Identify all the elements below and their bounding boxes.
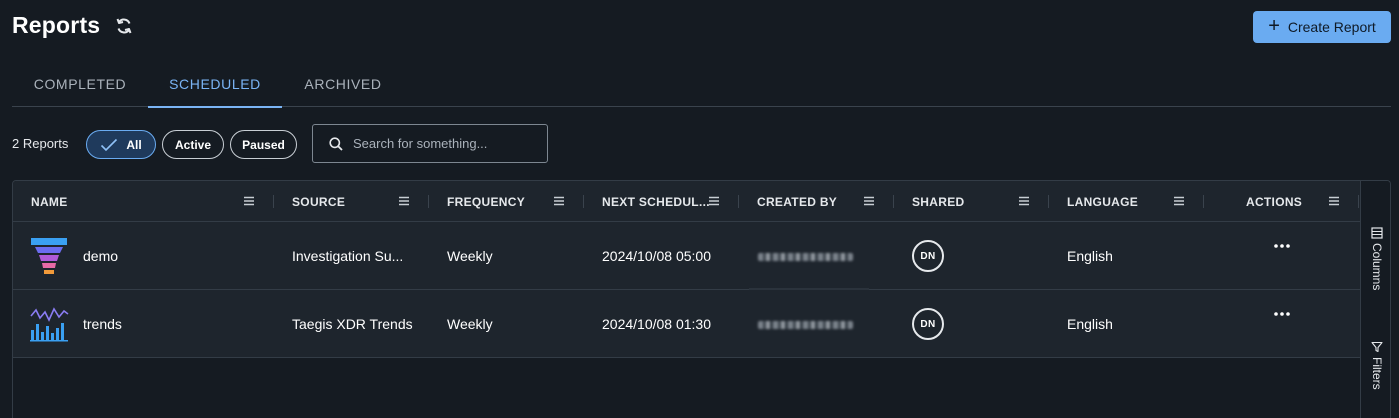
- table-row[interactable]: trends Taegis XDR Trends Weekly 2024/10/…: [13, 290, 1360, 358]
- columns-label: Columns: [1370, 243, 1384, 291]
- tab-scheduled[interactable]: SCHEDULED: [148, 60, 282, 108]
- column-menu-icon[interactable]: [1328, 195, 1340, 207]
- tab-completed[interactable]: COMPLETED: [12, 60, 148, 107]
- column-divider[interactable]: [1358, 195, 1359, 208]
- column-header-actions[interactable]: ACTIONS: [1246, 181, 1302, 222]
- avatar[interactable]: DN: [912, 240, 944, 272]
- filters-label: Filters: [1370, 357, 1384, 390]
- filter-chip-paused[interactable]: Paused: [230, 130, 297, 159]
- avatar[interactable]: DN: [912, 308, 944, 340]
- reports-table: NAME SOURCE FREQUENCY NEXT SCHEDUL... CR…: [12, 180, 1391, 418]
- column-divider[interactable]: [428, 195, 429, 208]
- filter-icon: [1371, 341, 1383, 353]
- search-box: [312, 124, 548, 163]
- plus-icon: +: [1268, 15, 1280, 37]
- column-divider[interactable]: [273, 195, 274, 208]
- more-actions-icon[interactable]: [1272, 310, 1292, 318]
- columns-panel-button[interactable]: Columns: [1367, 227, 1387, 290]
- column-divider[interactable]: [1203, 195, 1204, 208]
- column-menu-icon[interactable]: [553, 195, 565, 207]
- filter-chip-active[interactable]: Active: [162, 130, 224, 159]
- column-divider[interactable]: [738, 195, 739, 208]
- check-icon: [101, 138, 118, 151]
- column-header-frequency[interactable]: FREQUENCY: [447, 181, 525, 222]
- reports-page: Reports + Create Report COMPLETED SCHEDU…: [0, 0, 1399, 418]
- column-header-next-scheduled[interactable]: NEXT SCHEDUL...: [602, 181, 710, 222]
- report-language: English: [1067, 248, 1113, 264]
- column-menu-icon[interactable]: [398, 195, 410, 207]
- table-header: NAME SOURCE FREQUENCY NEXT SCHEDUL... CR…: [13, 181, 1360, 222]
- filters-panel-button[interactable]: Filters: [1367, 341, 1387, 390]
- report-count: 2 Reports: [12, 136, 69, 151]
- trend-chart-icon: [30, 307, 69, 342]
- refresh-icon[interactable]: [114, 16, 134, 36]
- column-header-created-by[interactable]: CREATED BY: [757, 181, 837, 222]
- side-panel: Columns Filters: [1360, 181, 1390, 418]
- tab-archived[interactable]: ARCHIVED: [282, 60, 404, 107]
- column-menu-icon[interactable]: [708, 195, 720, 207]
- report-next-scheduled: 2024/10/08 01:30: [602, 316, 711, 332]
- report-name[interactable]: trends: [83, 290, 263, 358]
- redacted-creator: [758, 321, 853, 329]
- report-tabs: COMPLETED SCHEDULED ARCHIVED: [12, 60, 1391, 108]
- funnel-chart-icon: [31, 238, 67, 274]
- report-source: Taegis XDR Trends: [292, 316, 413, 332]
- table-row[interactable]: demo Investigation Su... Weekly 2024/10/…: [13, 222, 1360, 290]
- report-name[interactable]: demo: [83, 222, 263, 290]
- redacted-creator: [758, 253, 853, 261]
- column-divider[interactable]: [583, 195, 584, 208]
- filter-chip-label: All: [126, 137, 142, 152]
- search-icon: [329, 136, 343, 151]
- column-header-name[interactable]: NAME: [31, 181, 68, 222]
- columns-icon: [1371, 227, 1383, 239]
- filter-chip-all[interactable]: All: [86, 130, 156, 159]
- search-input[interactable]: [353, 136, 543, 151]
- report-next-scheduled: 2024/10/08 05:00: [602, 248, 711, 264]
- report-frequency: Weekly: [447, 316, 493, 332]
- filter-chip-label: Active: [174, 137, 212, 152]
- column-header-source[interactable]: SOURCE: [292, 181, 345, 222]
- report-source: Investigation Su...: [292, 248, 404, 264]
- column-menu-icon[interactable]: [1018, 195, 1030, 207]
- column-menu-icon[interactable]: [1173, 195, 1185, 207]
- create-report-button[interactable]: + Create Report: [1253, 11, 1391, 43]
- report-language: English: [1067, 316, 1113, 332]
- column-divider[interactable]: [1048, 195, 1049, 208]
- column-menu-icon[interactable]: [863, 195, 875, 207]
- column-menu-icon[interactable]: [243, 195, 255, 207]
- filter-chip-label: Paused: [242, 137, 285, 152]
- create-report-label: Create Report: [1287, 19, 1376, 35]
- more-actions-icon[interactable]: [1272, 242, 1292, 250]
- report-frequency: Weekly: [447, 248, 493, 264]
- column-header-shared[interactable]: SHARED: [912, 181, 964, 222]
- column-divider[interactable]: [893, 195, 894, 208]
- page-title: Reports: [12, 12, 101, 38]
- column-header-language[interactable]: LANGUAGE: [1067, 181, 1138, 222]
